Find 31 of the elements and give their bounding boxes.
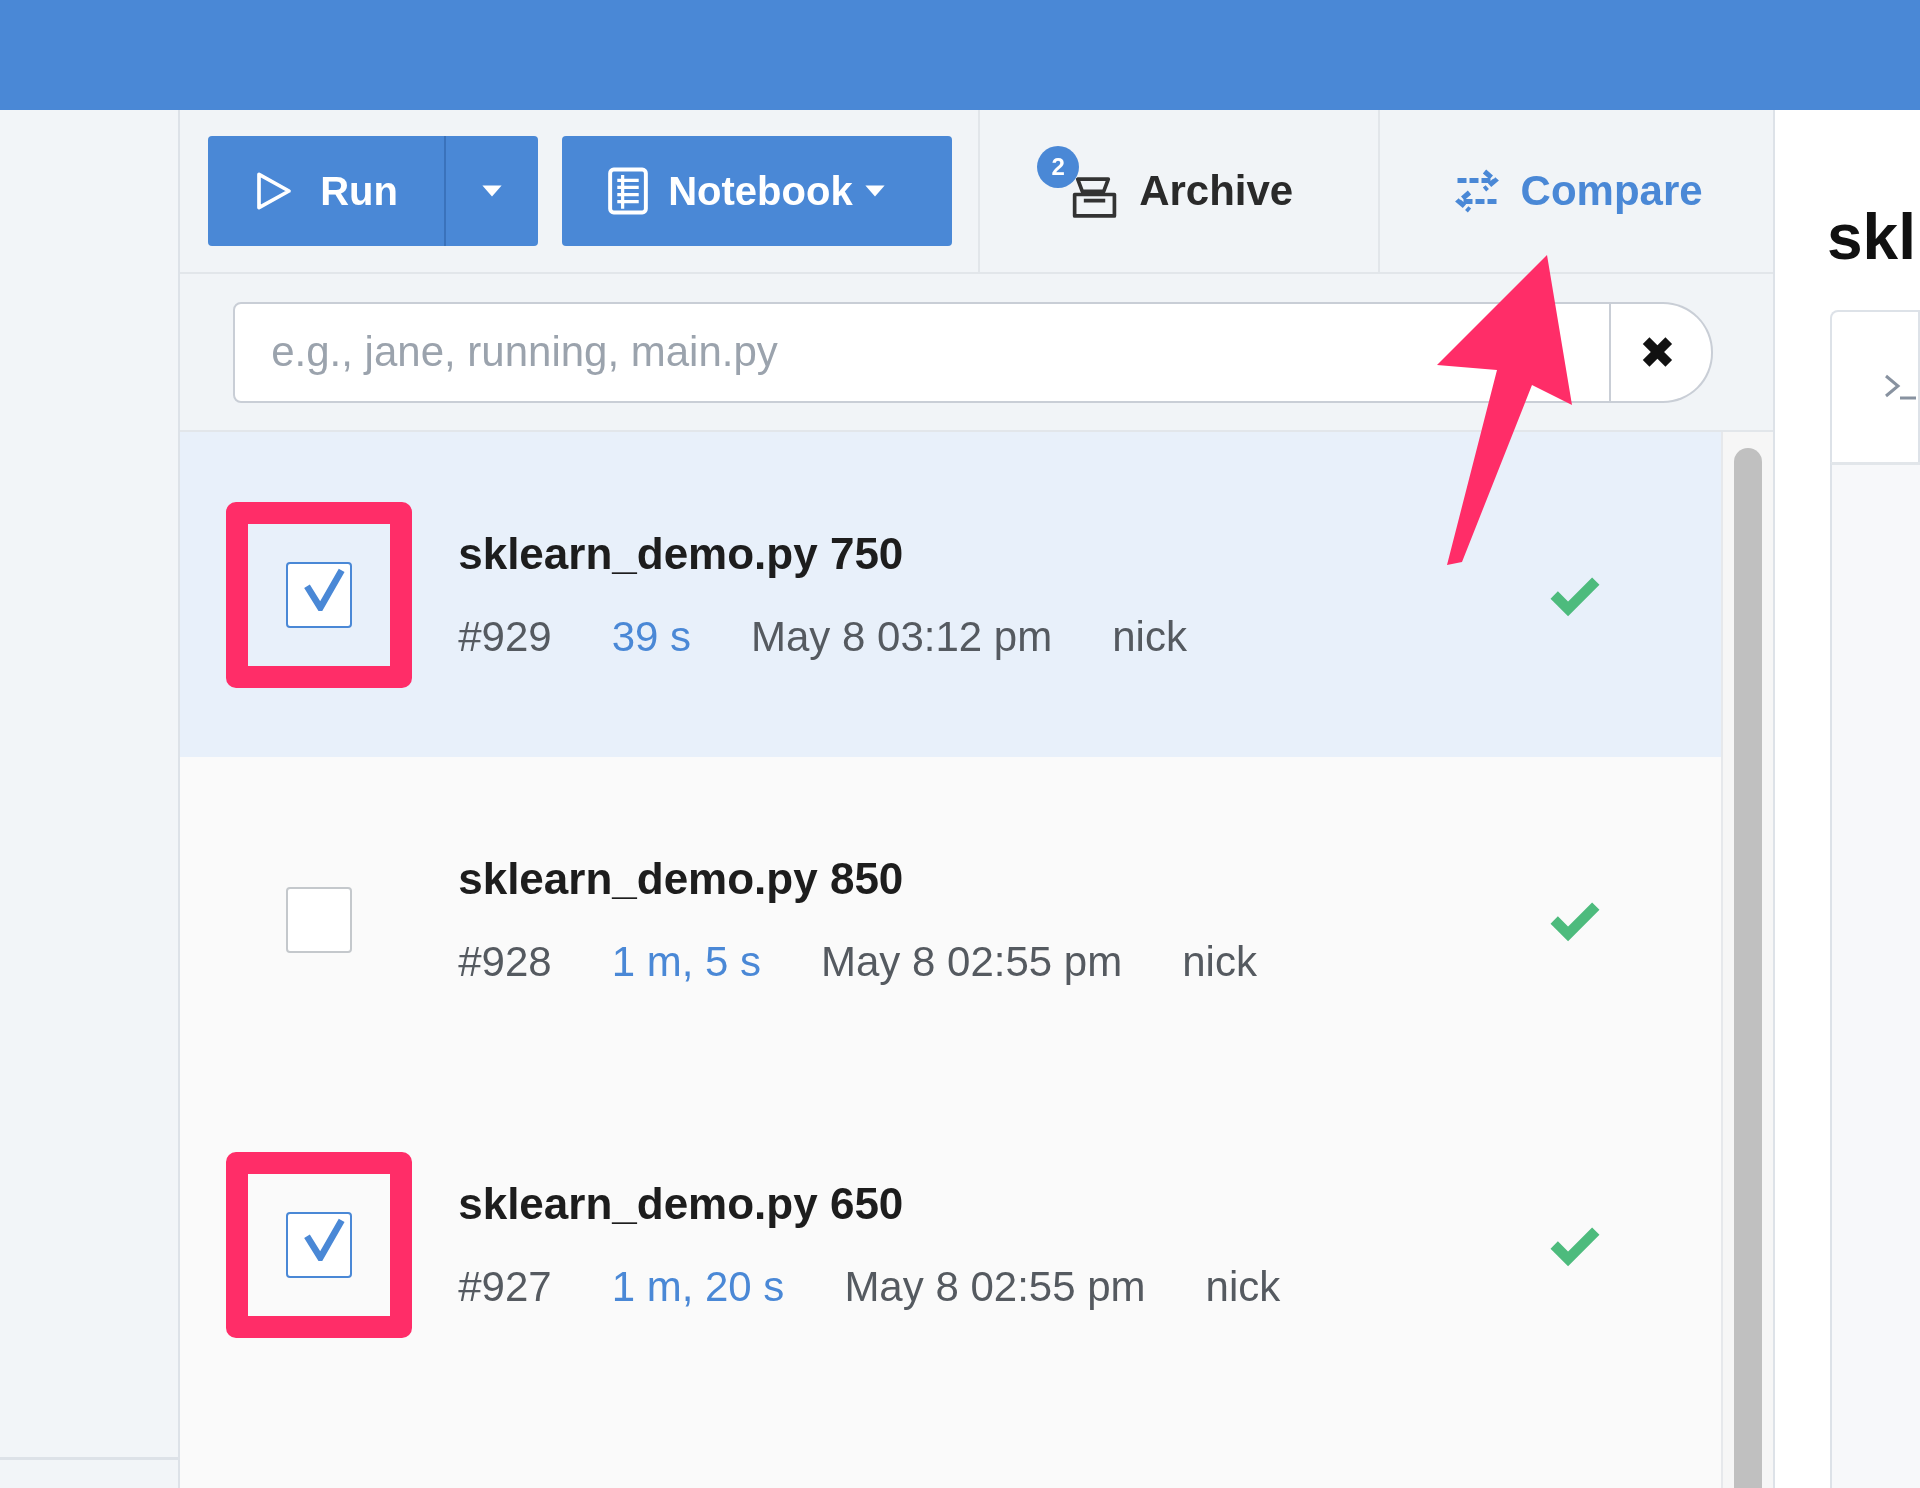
- run-user: nick: [1182, 937, 1257, 986]
- checkbox[interactable]: [286, 886, 353, 953]
- notebook-button[interactable]: Notebook: [562, 136, 953, 246]
- run-user: nick: [1112, 612, 1187, 661]
- run-title: sklearn_demo.py 650: [458, 1178, 905, 1229]
- run-row[interactable]: sklearn_demo.py 750 #929 39 s May 8 03:12 pm nick: [180, 432, 1721, 757]
- run-number: #927: [458, 1262, 552, 1311]
- run-user: nick: [1205, 1262, 1281, 1311]
- notebook-icon: [606, 166, 651, 216]
- run-duration: 39 s: [611, 612, 691, 661]
- checkbox[interactable]: [286, 1211, 353, 1278]
- run-title: sklearn_demo.py 750: [458, 528, 905, 579]
- run-date: May 8 02:55 pm: [821, 937, 1123, 986]
- dropdown-button[interactable]: [444, 136, 539, 246]
- count-badge: 2: [1037, 146, 1080, 188]
- run-row[interactable]: sklearn_demo.py 650 #927 1 m, 20 s May 8 02:55 pm nick: [180, 1082, 1721, 1407]
- run-duration: 1 m, 20 s: [611, 1262, 785, 1311]
- run-title: skl: [1826, 200, 1917, 275]
- run-date: May 8 03:12 pm: [751, 612, 1053, 661]
- archive-button[interactable]: 2 Archive: [980, 110, 1381, 272]
- run-button[interactable]: Run: [208, 136, 445, 246]
- run-number: #928: [458, 937, 552, 986]
- search-field[interactable]: e.g., jane, running, main.py: [233, 301, 1612, 403]
- run-date: May 8 02:55 pm: [844, 1262, 1146, 1311]
- run-number: #929: [458, 612, 552, 661]
- run-row[interactable]: sklearn_demo.py 850 #928 1 m, 5 s May 8 02:55 pm nick: [180, 757, 1721, 1082]
- run-duration: 1 m, 5 s: [611, 937, 761, 986]
- clear-button[interactable]: ✖: [1611, 301, 1714, 403]
- scrollbar-thumb[interactable]: [1734, 448, 1762, 1488]
- run-title: sklearn_demo.py 850: [458, 853, 905, 904]
- checkbox[interactable]: [286, 561, 353, 628]
